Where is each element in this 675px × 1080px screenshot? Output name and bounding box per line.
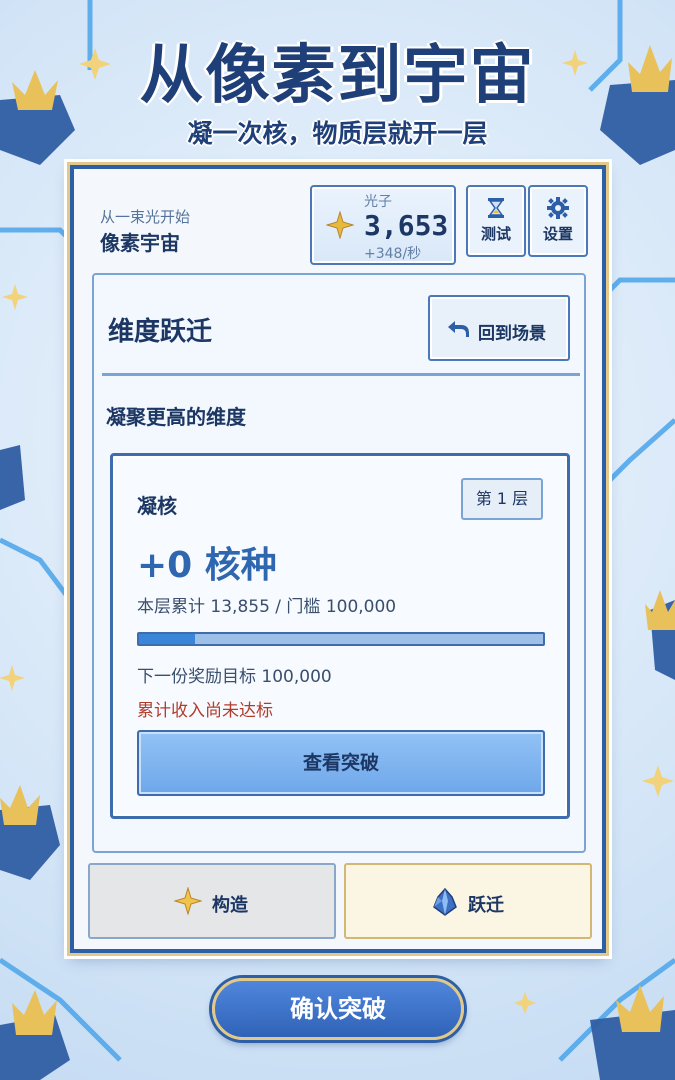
card-title: 凝核 — [137, 494, 177, 518]
back-to-scene-label: 回到场景 — [478, 324, 546, 344]
view-breakthrough-button[interactable]: 查看突破 — [137, 730, 545, 796]
next-reward-text: 下一份奖励目标 100,000 — [137, 667, 332, 687]
gear-icon — [547, 197, 569, 219]
photon-counter: 光子 3,653 +348/秒 — [310, 185, 456, 265]
layer-badge: 第 1 层 — [461, 478, 543, 520]
game-subtitle: 凝一次核，物质层就开一层 — [187, 119, 488, 148]
sparkle-icon — [326, 211, 354, 239]
tab-build-label: 构造 — [212, 895, 248, 916]
main-panel: 从一束光开始 像素宇宙 光子 3,653 +348/秒 测试 设置 维度跃迁 回… — [67, 162, 609, 956]
dimension-title: 维度跃迁 — [108, 317, 213, 347]
currency-label: 光子 — [364, 194, 392, 210]
game-name: 像素宇宙 — [100, 231, 180, 255]
hourglass-icon — [488, 198, 504, 218]
tab-build[interactable]: 构造 — [88, 863, 336, 939]
test-button[interactable]: 测试 — [466, 185, 526, 257]
test-button-label: 测试 — [480, 225, 511, 243]
back-arrow-icon — [448, 321, 469, 337]
progress-bar — [137, 632, 545, 646]
currency-rate: +348/秒 — [364, 246, 422, 262]
condense-card: 凝核 第 1 层 +0 核种 本层累计 13,855 / 门槛 100,000 … — [110, 453, 570, 819]
warning-text: 累计收入尚未达标 — [137, 701, 273, 721]
tagline: 从一束光开始 — [100, 208, 191, 226]
divider — [102, 373, 580, 376]
progress-fill — [139, 634, 195, 644]
core-seed-gain: +0 核种 — [137, 545, 277, 586]
settings-button[interactable]: 设置 — [528, 185, 588, 257]
section-title: 凝聚更高的维度 — [106, 405, 246, 429]
currency-amount: 3,653 — [364, 209, 449, 242]
back-to-scene-button[interactable]: 回到场景 — [428, 295, 570, 361]
tab-jump[interactable]: 跃迁 — [344, 863, 592, 939]
game-title: 从像素到宇宙 — [139, 39, 536, 113]
crystal-icon — [433, 887, 457, 916]
tab-jump-label: 跃迁 — [468, 895, 504, 916]
sparkle-icon — [174, 887, 202, 915]
settings-button-label: 设置 — [542, 225, 573, 243]
dimension-panel: 维度跃迁 回到场景 凝聚更高的维度 凝核 第 1 层 +0 核种 本层累计 13… — [92, 273, 586, 853]
accumulated-text: 本层累计 13,855 / 门槛 100,000 — [137, 597, 397, 617]
confirm-breakthrough-button[interactable]: 确认突破 — [212, 978, 464, 1040]
